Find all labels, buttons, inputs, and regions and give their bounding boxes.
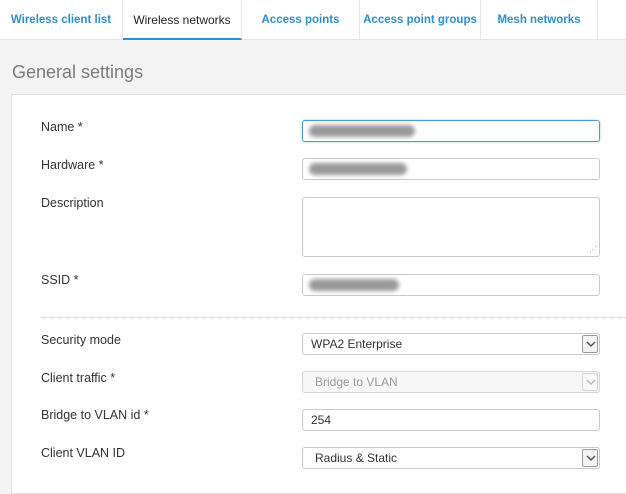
client-traffic-label: Client traffic *	[41, 371, 116, 385]
tab-wireless-client-list[interactable]: Wireless client list	[0, 0, 123, 40]
redacted-ssid	[309, 279, 399, 291]
ssid-input[interactable]	[302, 274, 600, 296]
chevron-down-icon	[582, 373, 598, 391]
tab-wireless-networks[interactable]: Wireless networks	[123, 0, 242, 40]
bridge-vlan-value: 254	[311, 413, 332, 427]
name-input[interactable]	[302, 120, 600, 142]
security-mode-label: Security mode	[41, 333, 121, 347]
security-mode-value: WPA2 Enterprise	[311, 337, 403, 351]
name-label: Name *	[41, 120, 83, 134]
description-label: Description	[41, 196, 104, 210]
redacted-name	[309, 125, 415, 137]
redacted-hardware	[309, 163, 407, 175]
client-traffic-value: Bridge to VLAN	[315, 375, 398, 389]
chevron-down-icon[interactable]	[582, 335, 598, 353]
tab-bar: Wireless client list Wireless networks A…	[0, 0, 626, 40]
client-traffic-select: Bridge to VLAN	[302, 371, 600, 393]
client-vlan-select[interactable]: Radius & Static	[302, 447, 600, 469]
chevron-down-icon[interactable]	[582, 449, 598, 467]
tab-access-point-groups[interactable]: Access point groups	[360, 0, 481, 40]
hardware-label: Hardware *	[41, 158, 104, 172]
security-mode-select[interactable]: WPA2 Enterprise	[302, 333, 600, 355]
client-vlan-label: Client VLAN ID	[41, 446, 126, 460]
hardware-input[interactable]	[302, 158, 600, 180]
description-textarea[interactable]: ⋰	[302, 197, 600, 257]
client-vlan-value: Radius & Static	[315, 451, 398, 465]
section-divider	[41, 317, 626, 318]
bridge-vlan-label: Bridge to VLAN id *	[41, 408, 149, 422]
ssid-label: SSID *	[41, 273, 79, 287]
bridge-vlan-input[interactable]: 254	[302, 409, 600, 431]
resize-grip-icon[interactable]: ⋰	[589, 246, 597, 254]
tab-mesh-networks[interactable]: Mesh networks	[481, 0, 598, 40]
section-title: General settings	[12, 62, 144, 82]
tab-access-points[interactable]: Access points	[242, 0, 360, 40]
